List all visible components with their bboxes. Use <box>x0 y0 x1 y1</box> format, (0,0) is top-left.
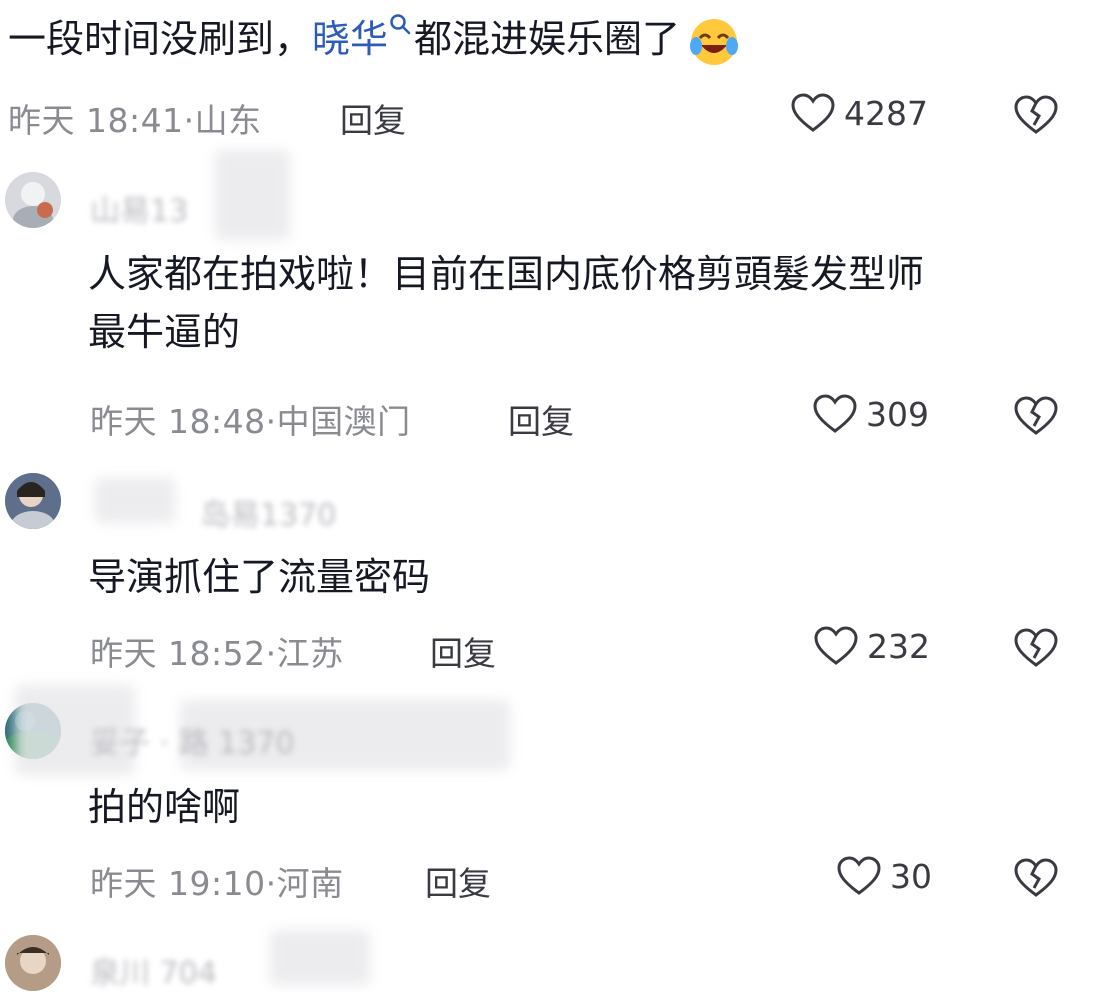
comment-location: 山东 <box>194 101 262 140</box>
top-comment-text-before: 一段时间没刷到， <box>8 17 313 61</box>
comment-text: 导演抓住了流量密码 <box>88 555 431 599</box>
reply-button[interactable]: 回复 <box>425 857 491 905</box>
username[interactable]: 泉川 704 <box>90 948 217 992</box>
heart-icon <box>813 394 857 433</box>
avatar[interactable] <box>5 473 61 529</box>
like-button[interactable]: 4287 <box>790 92 928 134</box>
comment-location: 江苏 <box>276 634 344 673</box>
comment-meta: 昨天 18:48·中国澳门 <box>90 402 411 441</box>
broken-heart-icon[interactable] <box>1013 395 1059 437</box>
comment-meta: 昨天 19:10·河南 <box>90 864 344 903</box>
comment-text: 拍的啥啊 <box>88 785 241 829</box>
reply-button[interactable]: 回复 <box>340 94 406 142</box>
like-count: 309 <box>866 394 929 434</box>
avatar[interactable] <box>5 172 61 228</box>
broken-heart-icon[interactable] <box>1013 94 1059 136</box>
comment-location: 河南 <box>276 864 344 903</box>
search-icon <box>390 14 411 35</box>
like-count: 30 <box>890 856 932 896</box>
top-comment-text: 一段时间没刷到，晓华 都混进娱乐圈了 <box>8 10 1088 68</box>
broken-heart-icon[interactable] <box>1013 627 1059 669</box>
top-comment-text-after: 都混进娱乐圈了 <box>414 17 681 61</box>
comment-time: 昨天 18:48 <box>90 402 266 441</box>
like-count: 4287 <box>844 93 928 133</box>
username[interactable]: 岛易1370 <box>200 490 336 534</box>
like-count: 232 <box>867 626 930 666</box>
comment-time: 昨天 18:41 <box>8 101 184 140</box>
laughing-crying-emoji-icon <box>690 18 739 65</box>
username[interactable]: 妥子 · 路 1370 <box>90 718 295 762</box>
broken-heart-icon[interactable] <box>1013 857 1059 899</box>
heart-icon <box>814 626 858 665</box>
comment-text: 人家都在拍戏啦！目前在国内底价格剪頭髮发型师 最牛逼的 <box>88 252 925 354</box>
like-button[interactable]: 232 <box>813 625 930 667</box>
reply-button[interactable]: 回复 <box>508 395 574 443</box>
comment-location: 中国澳门 <box>276 402 411 441</box>
hashtag-link[interactable]: 晓华 <box>312 14 414 61</box>
heart-icon <box>791 93 835 132</box>
comment-meta: 昨天 18:52·江苏 <box>90 634 344 673</box>
comment-time: 昨天 18:52 <box>90 634 266 673</box>
like-button[interactable]: 30 <box>836 855 932 897</box>
heart-icon <box>837 856 881 895</box>
username[interactable]: 山易13 <box>90 186 188 230</box>
avatar[interactable] <box>5 935 61 991</box>
comment-time: 昨天 19:10 <box>90 864 266 903</box>
top-comment-meta: 昨天 18:41·山东 <box>8 101 262 140</box>
like-button[interactable]: 309 <box>812 393 929 435</box>
reply-button[interactable]: 回复 <box>430 627 496 675</box>
